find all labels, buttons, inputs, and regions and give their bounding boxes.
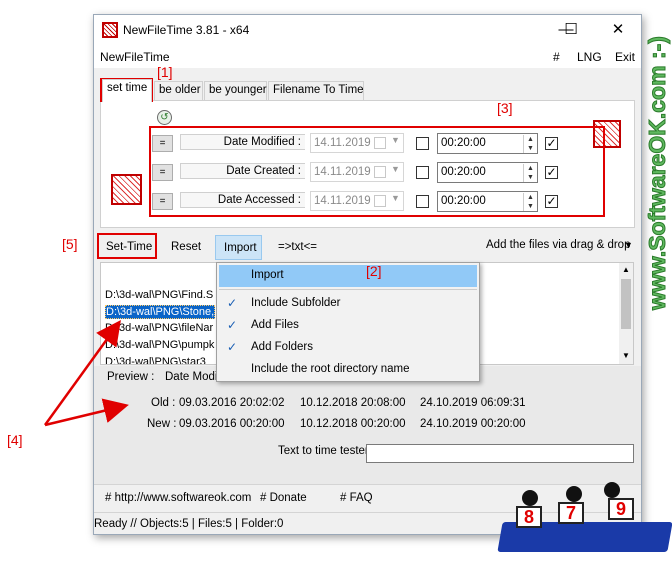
watermark-text: www.SoftwareOK.com :-) [644, 36, 671, 311]
mascot-head [522, 490, 538, 506]
menu-item-add-files[interactable]: Add Files [219, 315, 477, 337]
mascot-group: 8 7 9 [494, 482, 672, 552]
menu-item-include-subfolder[interactable]: Include Subfolder [219, 293, 477, 315]
score-card: 7 [558, 502, 584, 524]
score-card: 9 [608, 498, 634, 520]
mascot-head [566, 486, 582, 502]
menu-item-include-root[interactable]: Include the root directory name [219, 359, 477, 381]
check-icon: ✓ [227, 296, 238, 310]
menu-divider [219, 289, 477, 290]
menu-item-add-folders[interactable]: Add Folders [219, 337, 477, 359]
menu-item-import[interactable]: Import [219, 265, 477, 287]
score-card: 8 [516, 506, 542, 528]
mascot-head [604, 482, 620, 498]
import-dropdown-menu: Import Include Subfolder ✓ Add Files ✓ A… [216, 262, 480, 382]
check-icon: ✓ [227, 318, 238, 332]
annotation-label-2: [2] [366, 263, 382, 279]
tab-set-time[interactable]: set time [102, 79, 152, 102]
check-icon: ✓ [227, 340, 238, 354]
